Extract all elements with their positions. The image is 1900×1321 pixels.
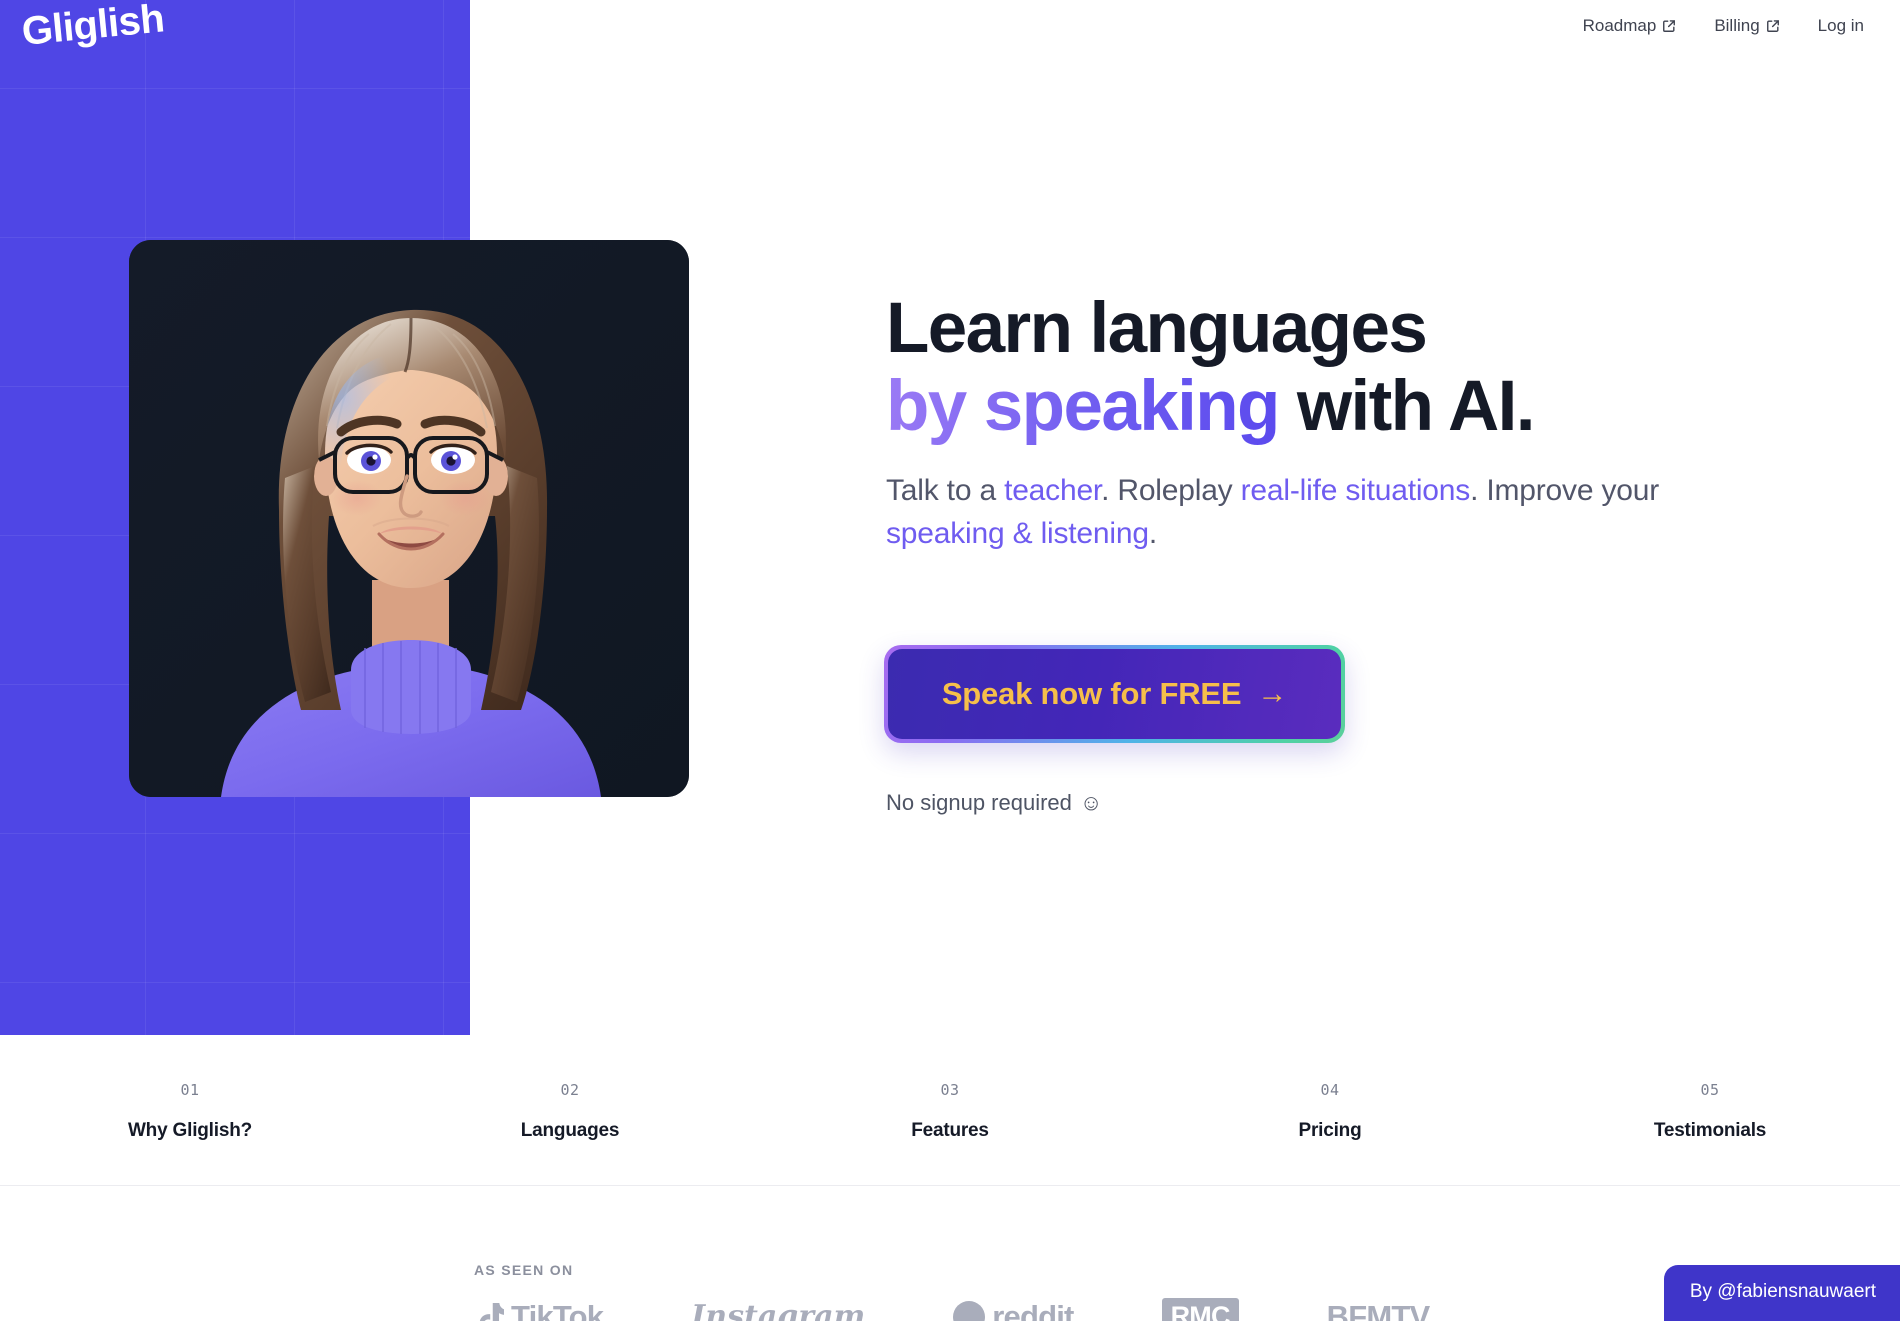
press-logo-rmc: RMC: [1161, 1298, 1239, 1321]
press-logo-reddit: reddit: [953, 1298, 1074, 1321]
press-logo-reddit-text: reddit: [992, 1298, 1074, 1321]
headline-tail: with AI.: [1278, 367, 1536, 447]
section-nav-item-testimonials[interactable]: 05 Testimonials: [1520, 1060, 1900, 1142]
press-logo-rmc-text: RMC: [1170, 1301, 1231, 1321]
no-signup-note: No signup required ☺: [886, 790, 1102, 816]
teacher-avatar-image: [129, 240, 689, 797]
headline-line-1: Learn languages: [886, 289, 1428, 368]
nav-label-roadmap: Roadmap: [1582, 16, 1657, 35]
arrow-right-icon: →: [1257, 677, 1288, 710]
smiley-icon: ☺: [1079, 790, 1103, 815]
subhead-highlight-speaking: speaking & listening: [886, 516, 1149, 550]
section-nav-item-pricing[interactable]: 04 Pricing: [1140, 1060, 1520, 1142]
section-nav-number: 01: [180, 1081, 200, 1099]
subhead-part-4: .: [1148, 516, 1157, 550]
subhead-part-2: . Roleplay: [1101, 474, 1241, 508]
nav-label-billing: Billing: [1714, 16, 1760, 35]
hero-copy: Learn languages by speaking with AI. Tal…: [886, 289, 1676, 555]
external-link-icon: [1766, 19, 1780, 33]
cta-container: Speak now for FREE →: [884, 645, 1345, 743]
no-signup-text: No signup required: [886, 790, 1072, 815]
tiktok-note-icon: [474, 1301, 506, 1321]
author-badge[interactable]: By @fabiensnauwaert: [1663, 1265, 1900, 1321]
section-divider: [0, 1185, 1900, 1186]
section-nav-label: Features: [911, 1120, 989, 1141]
subhead-highlight-situations: real-life situations: [1240, 474, 1471, 508]
press-logo-tiktok: TikTok: [474, 1298, 604, 1321]
as-seen-on-label: AS SEEN ON: [474, 1262, 574, 1278]
nav-link-login[interactable]: Log in: [1818, 16, 1864, 36]
section-nav-label: Testimonials: [1653, 1120, 1767, 1141]
section-nav-label: Why Gliglish?: [127, 1120, 253, 1141]
section-navigation: 01 Why Gliglish? 02 Languages 03 Feature…: [0, 1060, 1900, 1185]
cta-label: Speak now for FREE: [941, 676, 1242, 711]
press-logo-instagram: Instagram: [691, 1299, 865, 1321]
press-logo-tiktok-text: TikTok: [511, 1298, 604, 1321]
subhead-highlight-teacher: teacher: [1004, 474, 1102, 508]
press-logo-instagram-text: Instagram: [691, 1299, 866, 1321]
nav-link-billing[interactable]: Billing: [1714, 16, 1779, 36]
press-logo-bfmtv-text: BFMTV: [1326, 1298, 1431, 1321]
section-nav-number: 05: [1700, 1081, 1720, 1099]
section-nav-label: Languages: [520, 1120, 620, 1141]
press-logo-bfmtv: BFMTV: [1326, 1298, 1431, 1321]
external-link-icon: [1662, 19, 1676, 33]
nav-link-roadmap[interactable]: Roadmap: [1583, 16, 1677, 36]
subhead-part-3: . Improve your: [1470, 474, 1660, 508]
top-navigation: Roadmap Billing Log in: [1583, 16, 1864, 36]
landing-page: Gliglish Roadmap Billing Log in Learn la…: [0, 0, 1900, 1321]
speak-now-button[interactable]: Speak now for FREE →: [884, 645, 1345, 743]
section-nav-number: 03: [940, 1081, 960, 1099]
hero-subheadline: Talk to a teacher. Roleplay real-life si…: [886, 470, 1676, 555]
section-nav-item-languages[interactable]: 02 Languages: [380, 1060, 760, 1142]
section-nav-number: 04: [1320, 1081, 1340, 1099]
headline-accent: by speaking: [886, 367, 1280, 447]
as-seen-on-block: AS SEEN ON: [474, 1262, 573, 1278]
hero-headline: Learn languages by speaking with AI.: [886, 289, 1676, 447]
subhead-part-1: Talk to a: [886, 474, 1005, 508]
nav-label-login: Log in: [1817, 16, 1864, 35]
section-nav-item-features[interactable]: 03 Features: [760, 1060, 1140, 1142]
press-logos-row: TikTok Instagram reddit RMC BFMTV: [474, 1298, 1431, 1321]
hero-avatar-card: [129, 240, 689, 797]
section-nav-label: Pricing: [1298, 1120, 1362, 1141]
section-nav-item-why-gliglish[interactable]: 01 Why Gliglish?: [0, 1060, 380, 1142]
section-nav-number: 02: [560, 1081, 580, 1099]
cta-button-inner: Speak now for FREE →: [888, 649, 1341, 739]
reddit-alien-icon: [953, 1300, 986, 1321]
